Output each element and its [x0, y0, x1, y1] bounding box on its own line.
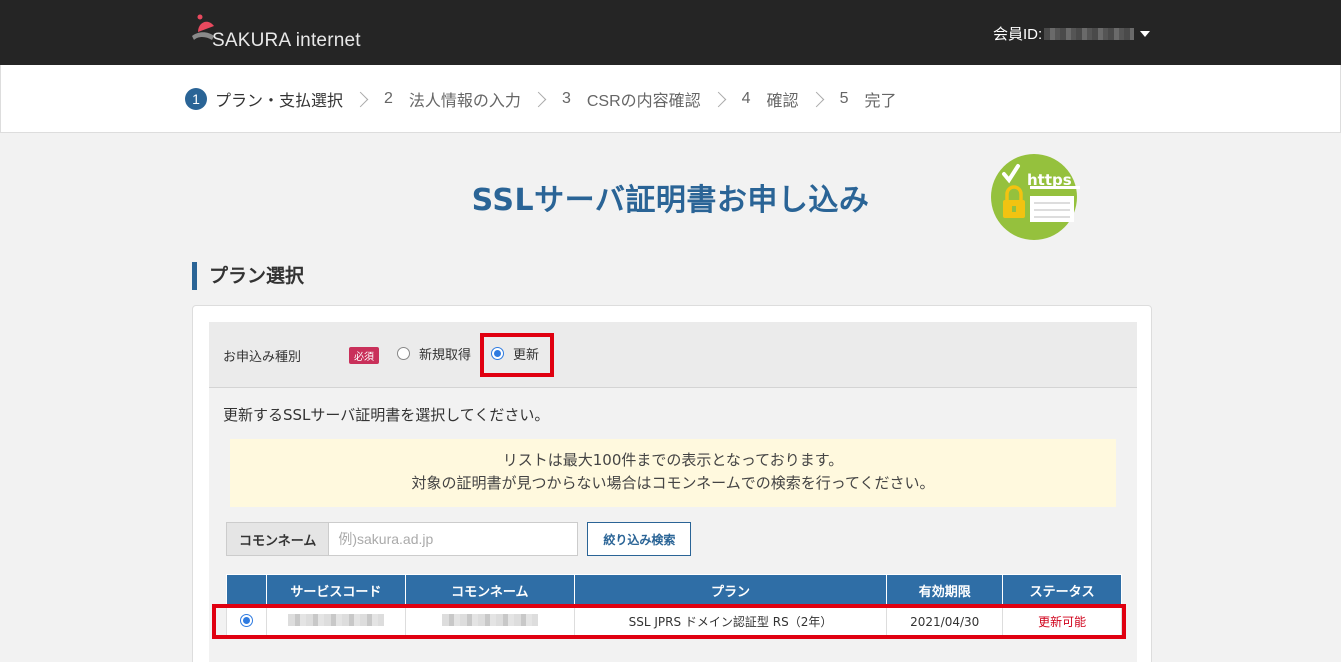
- application-type-row: お申込み種別 必須 新規取得 更新: [209, 322, 1137, 388]
- radio-new[interactable]: 新規取得: [397, 344, 471, 363]
- chevron-right-icon: [352, 91, 369, 107]
- section-heading: プラン選択: [192, 262, 304, 290]
- member-id-value-masked: [1044, 27, 1135, 40]
- search-label: コモンネーム: [226, 522, 329, 556]
- step-indicator: 1 プラン・支払選択 2 法人情報の入力 3 CSRの内容確認 4 確認 5 完…: [0, 65, 1341, 133]
- step-2: 2 法人情報の入力: [384, 87, 521, 111]
- col-select: [226, 574, 267, 606]
- step-1-number: 1: [185, 88, 207, 110]
- notice-line-2: 対象の証明書が見つからない場合はコモンネームでの検索を行ってください。: [411, 474, 935, 492]
- page-title: SSLサーバ証明書お申し込み: [471, 183, 870, 218]
- step-4-label: 確認: [766, 93, 799, 110]
- common-name-search: コモンネーム 絞り込み検索: [226, 522, 692, 556]
- chevron-right-icon: [530, 91, 547, 107]
- step-3: 3 CSRの内容確認: [562, 87, 701, 111]
- top-header: SAKURA internet 会員ID:: [0, 0, 1341, 65]
- chevron-right-icon: [710, 91, 726, 107]
- highlight-box-row: [212, 604, 1126, 639]
- member-id-menu[interactable]: 会員ID:: [993, 23, 1151, 44]
- step-2-label: 法人情報の入力: [408, 93, 521, 110]
- step-5-number: 5: [839, 90, 849, 107]
- radio-new-label: 新規取得: [419, 348, 472, 363]
- notice-line-1: リストは最大100件までの表示となっております。: [502, 451, 844, 469]
- https-badge-text: https: [1027, 171, 1072, 189]
- step-1: 1 プラン・支払選択: [185, 87, 343, 111]
- step-2-number: 2: [384, 90, 393, 107]
- sakura-logo[interactable]: SAKURA internet: [190, 14, 390, 54]
- step-5: 5 完了: [840, 87, 897, 111]
- col-plan: プラン: [573, 574, 888, 606]
- filter-search-button[interactable]: 絞り込み検索: [587, 522, 692, 556]
- step-4-number: 4: [741, 90, 751, 107]
- renewal-instruction: 更新するSSLサーバ証明書を選択してください。: [223, 406, 550, 424]
- step-1-label: プラン・支払選択: [215, 93, 344, 110]
- col-service-code: サービスコード: [265, 574, 406, 606]
- step-5-label: 完了: [864, 93, 897, 110]
- application-type-label: お申込み種別: [223, 350, 302, 365]
- radio-new-control[interactable]: [397, 347, 410, 360]
- chevron-right-icon: [808, 91, 824, 107]
- col-status: ステータス: [1002, 574, 1122, 606]
- table-header-row: サービスコード コモンネーム プラン 有効期限 ステータス: [226, 574, 1122, 606]
- col-common-name: コモンネーム: [404, 574, 575, 606]
- step-4: 4 確認: [742, 87, 799, 111]
- col-expiry: 有効期限: [886, 574, 1004, 606]
- step-3-number: 3: [561, 90, 571, 107]
- common-name-input[interactable]: [328, 522, 579, 556]
- renewal-section: 更新するSSLサーバ証明書を選択してください。 リストは最大100件までの表示と…: [209, 388, 1137, 662]
- info-notice: リストは最大100件までの表示となっております。 対象の証明書が見つからない場合…: [230, 439, 1116, 507]
- brand-name: SAKURA internet: [212, 30, 361, 51]
- caret-down-icon: [1140, 30, 1151, 37]
- highlight-box-renew: [480, 333, 554, 377]
- member-id-label: 会員ID:: [993, 26, 1043, 43]
- plan-selection-panel: お申込み種別 必須 新規取得 更新 更新するSSLサーバ証明書を選択してください…: [192, 305, 1152, 662]
- required-badge: 必須: [349, 347, 379, 364]
- https-lock-icon: https: [991, 154, 1080, 240]
- step-3-label: CSRの内容確認: [586, 93, 701, 110]
